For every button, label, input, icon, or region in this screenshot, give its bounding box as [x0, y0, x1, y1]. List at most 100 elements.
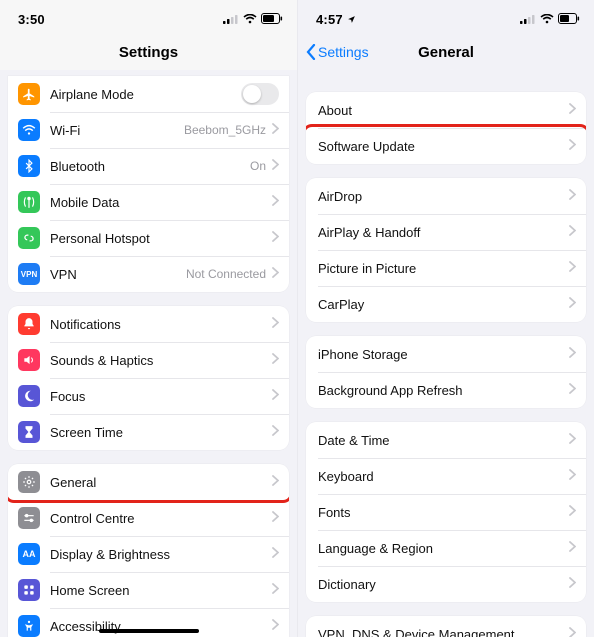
- row-screen-time[interactable]: Screen Time: [8, 414, 289, 450]
- switches-icon: [18, 507, 40, 529]
- bell-icon: [18, 313, 40, 335]
- wifi-row-icon: [18, 119, 40, 141]
- row-background-refresh[interactable]: Background App Refresh: [306, 372, 586, 408]
- row-iphone-storage[interactable]: iPhone Storage: [306, 336, 586, 372]
- row-bluetooth[interactable]: Bluetooth On: [8, 148, 289, 184]
- chevron-right-icon: [272, 229, 279, 247]
- chevron-right-icon: [272, 121, 279, 139]
- row-software-update[interactable]: Software Update: [306, 128, 586, 164]
- status-bar: 4:57: [298, 0, 594, 34]
- text-size-icon: AA: [18, 543, 40, 565]
- status-icons: [520, 12, 580, 27]
- status-bar: 3:50: [0, 0, 297, 34]
- row-label: Display & Brightness: [50, 547, 272, 562]
- row-focus[interactable]: Focus: [8, 378, 289, 414]
- row-label: iPhone Storage: [318, 347, 569, 362]
- row-label: General: [50, 475, 272, 490]
- chevron-right-icon: [569, 259, 576, 277]
- row-notifications[interactable]: Notifications: [8, 306, 289, 342]
- chevron-right-icon: [569, 431, 576, 449]
- settings-list: Airplane Mode Wi-Fi Beebom_5GHz Bluetoot…: [0, 76, 297, 637]
- row-label: Screen Time: [50, 425, 272, 440]
- row-label: Bluetooth: [50, 159, 250, 174]
- row-vpn-dns-mgmt[interactable]: VPN, DNS & Device Management: [306, 616, 586, 637]
- chevron-right-icon: [569, 295, 576, 313]
- row-label: Language & Region: [318, 541, 569, 556]
- chevron-right-icon: [272, 581, 279, 599]
- group-localization: Date & Time Keyboard Fonts Language & Re…: [306, 422, 586, 602]
- row-airplay-handoff[interactable]: AirPlay & Handoff: [306, 214, 586, 250]
- row-keyboard[interactable]: Keyboard: [306, 458, 586, 494]
- group-airplay: AirDrop AirPlay & Handoff Picture in Pic…: [306, 178, 586, 322]
- battery-icon: [261, 12, 283, 27]
- row-sounds-haptics[interactable]: Sounds & Haptics: [8, 342, 289, 378]
- row-label: Picture in Picture: [318, 261, 569, 276]
- row-date-time[interactable]: Date & Time: [306, 422, 586, 458]
- screen-general: 4:57 Settings General About Softwar: [297, 0, 594, 637]
- signal-icon: [223, 12, 239, 27]
- chevron-right-icon: [569, 223, 576, 241]
- hourglass-icon: [18, 421, 40, 443]
- airplane-toggle[interactable]: [241, 83, 279, 105]
- row-airplane-mode[interactable]: Airplane Mode: [8, 76, 289, 112]
- chevron-right-icon: [569, 345, 576, 363]
- status-icons: [223, 12, 283, 27]
- row-language-region[interactable]: Language & Region: [306, 530, 586, 566]
- row-label: Control Centre: [50, 511, 272, 526]
- row-personal-hotspot[interactable]: Personal Hotspot: [8, 220, 289, 256]
- antenna-icon: [18, 191, 40, 213]
- row-vpn[interactable]: VPN VPN Not Connected: [8, 256, 289, 292]
- row-home-screen[interactable]: Home Screen: [8, 572, 289, 608]
- screen-settings: 3:50 Settings Airplane Mode Wi-Fi: [0, 0, 297, 637]
- row-mobile-data[interactable]: Mobile Data: [8, 184, 289, 220]
- bluetooth-value: On: [250, 159, 266, 173]
- link-icon: [18, 227, 40, 249]
- chevron-right-icon: [569, 187, 576, 205]
- battery-icon: [558, 12, 580, 27]
- moon-icon: [18, 385, 40, 407]
- home-indicator[interactable]: [99, 629, 199, 633]
- status-time: 4:57: [316, 12, 356, 27]
- back-label: Settings: [318, 44, 369, 60]
- row-general[interactable]: General: [8, 464, 289, 500]
- vpn-value: Not Connected: [186, 267, 266, 281]
- row-airdrop[interactable]: AirDrop: [306, 178, 586, 214]
- airplane-icon: [18, 83, 40, 105]
- accessibility-icon: [18, 615, 40, 637]
- nav-bar: Settings General: [298, 34, 594, 70]
- wifi-value: Beebom_5GHz: [184, 123, 266, 137]
- row-label: VPN: [50, 267, 186, 282]
- chevron-right-icon: [272, 157, 279, 175]
- group-about: About Software Update: [306, 92, 586, 164]
- row-about[interactable]: About: [306, 92, 586, 128]
- row-display-brightness[interactable]: AA Display & Brightness: [8, 536, 289, 572]
- row-fonts[interactable]: Fonts: [306, 494, 586, 530]
- chevron-right-icon: [272, 509, 279, 527]
- gear-icon: [18, 471, 40, 493]
- bluetooth-icon: [18, 155, 40, 177]
- page-title: General: [418, 44, 474, 61]
- row-label: Date & Time: [318, 433, 569, 448]
- row-dictionary[interactable]: Dictionary: [306, 566, 586, 602]
- back-button[interactable]: Settings: [306, 34, 369, 70]
- row-label: Fonts: [318, 505, 569, 520]
- chevron-right-icon: [272, 265, 279, 283]
- row-label: Dictionary: [318, 577, 569, 592]
- row-wifi[interactable]: Wi-Fi Beebom_5GHz: [8, 112, 289, 148]
- chevron-right-icon: [272, 193, 279, 211]
- speaker-icon: [18, 349, 40, 371]
- chevron-right-icon: [569, 625, 576, 637]
- group-storage: iPhone Storage Background App Refresh: [306, 336, 586, 408]
- chevron-right-icon: [272, 351, 279, 369]
- status-time: 3:50: [18, 12, 45, 27]
- chevron-right-icon: [569, 381, 576, 399]
- row-pip[interactable]: Picture in Picture: [306, 250, 586, 286]
- group-system: General Control Centre AA Display & Brig…: [8, 464, 289, 637]
- row-label: VPN, DNS & Device Management: [318, 627, 569, 637]
- row-label: Mobile Data: [50, 195, 272, 210]
- row-carplay[interactable]: CarPlay: [306, 286, 586, 322]
- row-label: Personal Hotspot: [50, 231, 272, 246]
- chevron-right-icon: [569, 539, 576, 557]
- row-control-centre[interactable]: Control Centre: [8, 500, 289, 536]
- grid-icon: [18, 579, 40, 601]
